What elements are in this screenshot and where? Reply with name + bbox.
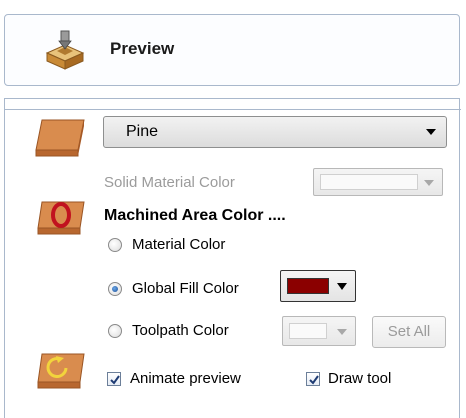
toolpath-color-label: Toolpath Color xyxy=(132,322,229,339)
draw-tool-label: Draw tool xyxy=(328,370,392,387)
solid-material-color-swatch xyxy=(320,174,418,190)
animate-tool-icon xyxy=(36,350,90,398)
chevron-down-icon xyxy=(337,329,347,335)
global-fill-color-button[interactable] xyxy=(280,270,356,302)
material-color-radio[interactable] xyxy=(108,238,122,252)
preview-header[interactable]: Preview xyxy=(4,14,460,86)
toolpath-color-button[interactable] xyxy=(282,316,356,346)
set-all-button[interactable]: Set All xyxy=(372,316,446,348)
animate-preview-checkbox[interactable] xyxy=(107,372,121,386)
solid-material-color-label: Solid Material Color xyxy=(104,174,235,191)
machined-area-icon xyxy=(36,198,88,242)
global-fill-color-swatch xyxy=(287,278,329,294)
checkmark-icon xyxy=(110,375,120,385)
material-select[interactable]: Pine xyxy=(103,116,447,148)
preview-panel: Preview Pine Solid Material Color Machin… xyxy=(0,0,466,418)
global-fill-color-label: Global Fill Color xyxy=(132,280,239,297)
chevron-down-icon xyxy=(426,129,436,135)
animate-preview-label: Animate preview xyxy=(130,370,241,387)
toolpath-color-radio[interactable] xyxy=(108,324,122,338)
material-select-value: Pine xyxy=(126,123,159,140)
toolpath-color-swatch xyxy=(289,323,327,339)
machined-area-title: Machined Area Color .... xyxy=(104,207,286,224)
divider xyxy=(5,109,461,110)
material-block-icon xyxy=(34,116,88,166)
material-color-label: Material Color xyxy=(132,236,226,253)
preview-cube-icon xyxy=(43,27,87,75)
chevron-down-icon xyxy=(424,180,434,186)
checkmark-icon xyxy=(309,375,319,385)
page-title: Preview xyxy=(110,39,175,58)
solid-material-color-button[interactable] xyxy=(313,168,443,196)
global-fill-color-radio[interactable] xyxy=(108,282,122,296)
draw-tool-checkbox[interactable] xyxy=(306,372,320,386)
chevron-down-icon xyxy=(337,283,347,290)
